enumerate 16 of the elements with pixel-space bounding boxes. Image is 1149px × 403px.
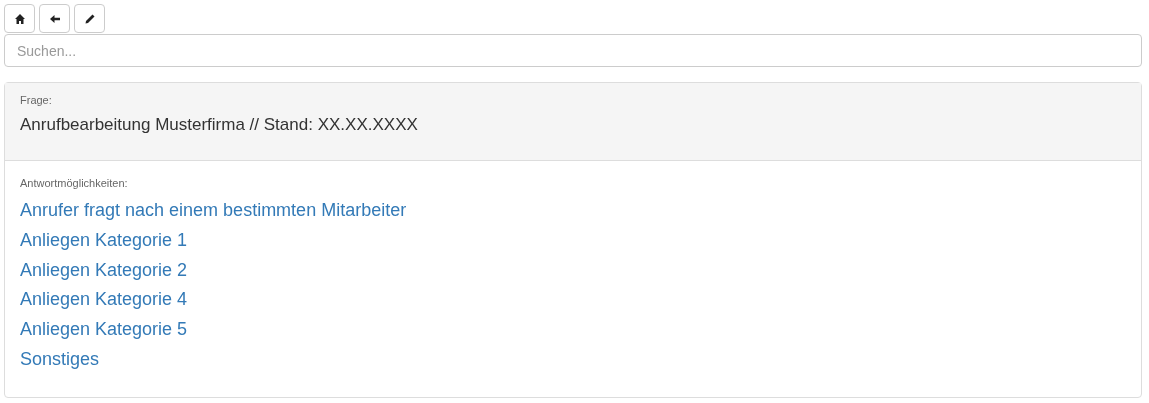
back-arrow-icon — [48, 12, 61, 25]
search-field[interactable]: Suchen... — [4, 34, 1142, 67]
question-title: Anrufbearbeitung Musterfirma // Stand: XX.XX.XXXX — [20, 115, 419, 135]
answer-link[interactable]: Anrufer fragt nach einem bestimmten Mitarbeiter — [20, 196, 407, 226]
answer-link[interactable]: Anliegen Kategorie 1 — [20, 225, 188, 256]
edit-button[interactable] — [74, 4, 105, 33]
answer-link[interactable]: Sonstiges — [20, 345, 100, 375]
answer-link[interactable]: Anliegen Kategorie 5 — [20, 315, 188, 345]
pencil-icon — [83, 12, 96, 25]
back-button[interactable] — [39, 4, 70, 33]
answer-link[interactable]: Anliegen Kategorie 2 — [20, 255, 188, 286]
home-button[interactable] — [4, 4, 35, 33]
answer-link[interactable]: Anliegen Kategorie 4 — [20, 285, 188, 316]
answers-label: Antwortmöglichkeiten: — [20, 177, 128, 189]
question-label: Frage: — [20, 94, 53, 106]
home-icon — [13, 12, 26, 25]
